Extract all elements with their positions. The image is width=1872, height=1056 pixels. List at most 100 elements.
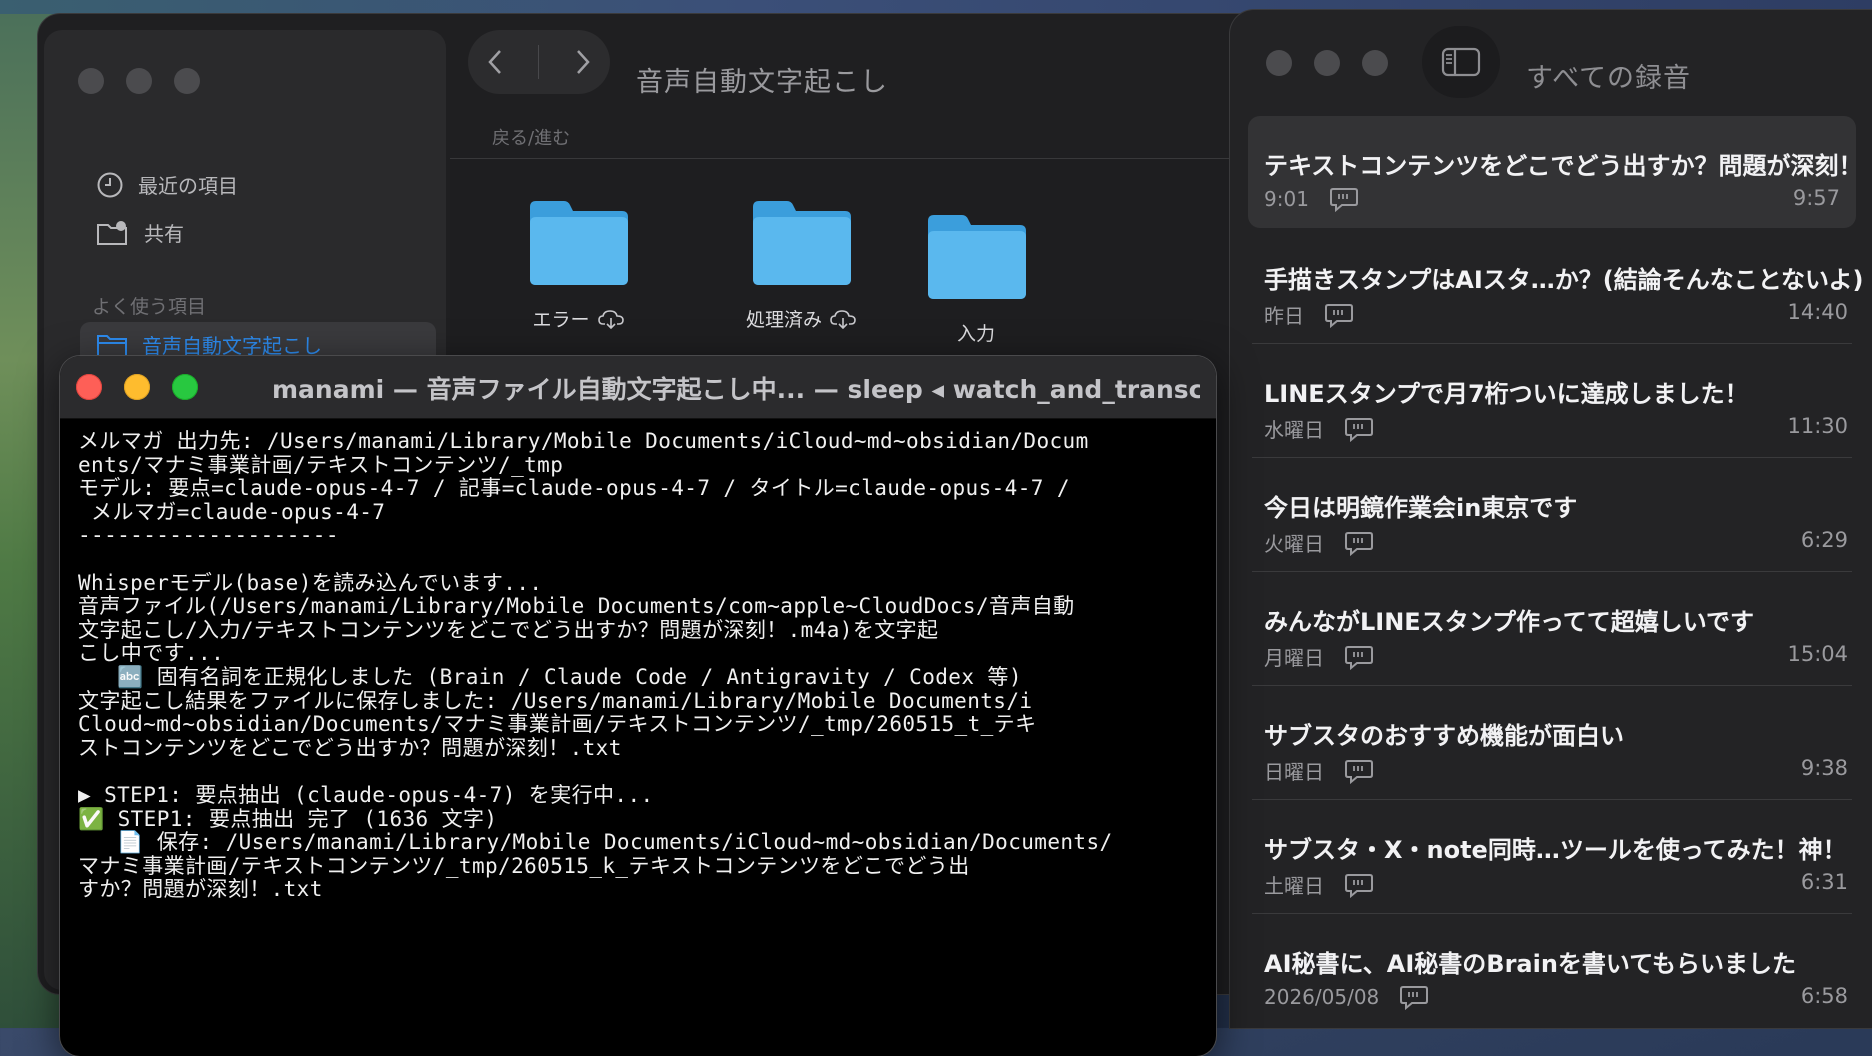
- recording-date: 水曜日: [1264, 418, 1324, 442]
- recording-duration: 6:29: [1800, 528, 1848, 552]
- terminal-window: manami — 音声ファイル自動文字起こし中... — sleep ◂ wat…: [60, 356, 1216, 1056]
- recording-item[interactable]: みんながLINEスタンプ作ってて超嬉しいです 月曜日 15:04: [1252, 572, 1852, 686]
- toggle-sidebar-button[interactable]: [1422, 26, 1500, 98]
- terminal-line: 文字起こし/入力/テキストコンテンツをどこでどう出すか？問題が深刻！.m4a)を…: [78, 617, 939, 642]
- minimize-button[interactable]: [1314, 50, 1340, 76]
- recording-duration: 15:04: [1787, 642, 1848, 666]
- folder-icon: [530, 201, 628, 285]
- sidebar-item-recent[interactable]: 最近の項目: [96, 170, 238, 199]
- recording-title: サブスタ・X・note同時…ツールを使ってみた！神！: [1264, 836, 1847, 864]
- recording-duration: 11:30: [1787, 414, 1848, 438]
- recording-item[interactable]: テキストコンテンツをどこでどう出すか？問題が深刻！ 9:01 9:57: [1248, 116, 1863, 228]
- recording-duration: 6:58: [1800, 984, 1848, 1008]
- transcript-icon: [1400, 986, 1429, 1010]
- terminal-line: --------------------: [78, 523, 339, 548]
- terminal-line: Cloud~md~obsidian/Documents/マナミ事業計画/テキスト…: [78, 712, 1037, 737]
- terminal-line: Whisperモデル(base)を読み込んでいます...: [78, 570, 543, 595]
- close-button[interactable]: [1266, 50, 1292, 76]
- terminal-line: ストコンテンツをどこでどう出すか？問題が深刻！.txt: [78, 735, 622, 760]
- recording-title: AI秘書に、AI秘書のBrainを書いてもらいました: [1264, 950, 1797, 978]
- sidebar-item-voice-transcription[interactable]: 音声自動文字起こし: [96, 330, 322, 359]
- recording-title: 今日は明鏡作業会in東京です: [1264, 494, 1578, 522]
- sidebar-item-label: 音声自動文字起こし: [142, 334, 322, 358]
- recording-duration: 6:31: [1800, 870, 1848, 894]
- terminal-line: 音声ファイル(/Users/manami/Library/Mobile Docu…: [78, 594, 1075, 619]
- sidebar-section-favorites: よく使う項目: [92, 296, 207, 318]
- terminal-line: すか？問題が深刻！.txt: [78, 877, 323, 902]
- zoom-button[interactable]: [174, 68, 200, 94]
- zoom-button[interactable]: [1362, 50, 1388, 76]
- folder-label: 入力: [956, 323, 995, 345]
- terminal-line: 📄 保存: /Users/manami/Library/Mobile Docum…: [78, 830, 1113, 855]
- transcript-icon: [1329, 188, 1358, 212]
- transcript-icon: [1345, 759, 1373, 784]
- window-controls: [1266, 50, 1388, 76]
- terminal-line: 文字起こし結果をファイルに保存しました: /Users/manami/Libra…: [78, 688, 1033, 713]
- minimize-button[interactable]: [126, 68, 152, 94]
- recording-date: 火曜日: [1264, 532, 1324, 556]
- transcript-icon: [1345, 531, 1373, 556]
- chevron-right-icon[interactable]: [572, 47, 594, 77]
- recording-item[interactable]: サブスタのおすすめ機能が面白い 日曜日 9:38: [1252, 686, 1852, 800]
- recording-duration: 9:57: [1792, 186, 1840, 210]
- voice-memos-window: すべての録音 テキストコンテンツをどこでどう出すか？問題が深刻！ 9:01 9:…: [1230, 10, 1872, 1028]
- zoom-button[interactable]: [172, 374, 198, 400]
- folder-icon: [928, 215, 1026, 299]
- terminal-line: 🔤 固有名詞を正規化しました (Brain / Claude Code / An…: [78, 664, 1022, 689]
- recording-title: サブスタのおすすめ機能が面白い: [1264, 722, 1624, 750]
- recording-date: 月曜日: [1264, 646, 1324, 670]
- recording-date: 9:01: [1264, 187, 1309, 211]
- window-controls: [78, 68, 200, 94]
- recordings-list: テキストコンテンツをどこでどう出すか？問題が深刻！ 9:01 9:57 手描きス…: [1248, 116, 1864, 1027]
- sidebar-item-shared[interactable]: 共有: [96, 218, 184, 247]
- folder-icon: [753, 201, 851, 285]
- terminal-line: ents/マナミ事業計画/テキストコンテンツ/_tmp: [78, 452, 564, 477]
- cloud-download-icon: [830, 309, 856, 329]
- terminal-line: モデル: 要点=claude-opus-4-7 / 記事=claude-opus…: [78, 476, 1070, 501]
- close-button[interactable]: [78, 68, 104, 94]
- terminal-line: メルマガ 出力先: /Users/manami/Library/Mobile D…: [78, 429, 1089, 453]
- sidebar-icon: [1441, 47, 1481, 77]
- sidebar-item-label: 最近の項目: [138, 174, 238, 198]
- terminal-title-text: manami — 音声ファイル自動文字起こし中... — sleep ◂ wat…: [272, 375, 1200, 404]
- terminal-title: manami — 音声ファイル自動文字起こし中... — sleep ◂ wat…: [260, 370, 1200, 406]
- finder-window-title: 音声自動文字起こし: [636, 67, 888, 98]
- recording-item[interactable]: 今日は明鏡作業会in東京です 火曜日 6:29: [1252, 458, 1852, 572]
- recording-date: 昨日: [1264, 304, 1304, 328]
- recording-duration: 9:38: [1800, 756, 1848, 780]
- transcript-icon: [1345, 873, 1373, 898]
- minimize-button[interactable]: [124, 374, 150, 400]
- transcript-icon: [1345, 417, 1373, 442]
- recording-date: 日曜日: [1264, 760, 1324, 784]
- recording-item[interactable]: LINEスタンプで月7桁ついに達成しました！ 水曜日 11:30: [1252, 344, 1852, 458]
- terminal-output[interactable]: メルマガ 出力先: /Users/manami/Library/Mobile D…: [78, 429, 1208, 902]
- close-button[interactable]: [76, 374, 102, 400]
- recording-item[interactable]: 手描きスタンプはAIスタ…か？(結論そんなことないよ) 昨日 14:40: [1252, 230, 1864, 344]
- chevron-left-icon[interactable]: [484, 47, 506, 77]
- back-forward-label: 戻る/進む: [492, 128, 571, 149]
- memos-window-title: すべての録音: [1526, 63, 1692, 94]
- folder-input[interactable]: 入力: [924, 213, 1028, 346]
- recording-item[interactable]: AI秘書に、AI秘書のBrainを書いてもらいました 2026/05/08 6:…: [1252, 914, 1852, 1027]
- recording-title: LINEスタンプで月7桁ついに達成しました！: [1264, 380, 1749, 408]
- folder-error[interactable]: エラー: [526, 199, 630, 332]
- recording-date: 2026/05/08: [1264, 985, 1380, 1009]
- terminal-line: こし中です...: [78, 641, 225, 666]
- back-forward-control: [468, 30, 610, 94]
- recording-duration: 14:40: [1787, 300, 1848, 324]
- folder-icon: [97, 334, 127, 357]
- recording-title: テキストコンテンツをどこでどう出すか？問題が深刻！: [1264, 152, 1863, 180]
- transcript-icon: [1345, 645, 1373, 670]
- folder-processed[interactable]: 処理済み: [746, 199, 856, 332]
- folder-label: 処理済み: [746, 309, 823, 331]
- shared-folder-icon: [97, 220, 127, 245]
- recording-item[interactable]: サブスタ・X・note同時…ツールを使ってみた！神！ 土曜日 6:31: [1252, 800, 1852, 914]
- folder-label: エラー: [532, 309, 590, 331]
- window-controls: [76, 374, 198, 400]
- cloud-download-icon: [597, 309, 624, 329]
- sidebar-item-label: 共有: [144, 222, 184, 246]
- terminal-line: メルマガ=claude-opus-4-7: [78, 499, 386, 524]
- recording-title: 手描きスタンプはAIスタ…か？(結論そんなことないよ): [1264, 266, 1864, 294]
